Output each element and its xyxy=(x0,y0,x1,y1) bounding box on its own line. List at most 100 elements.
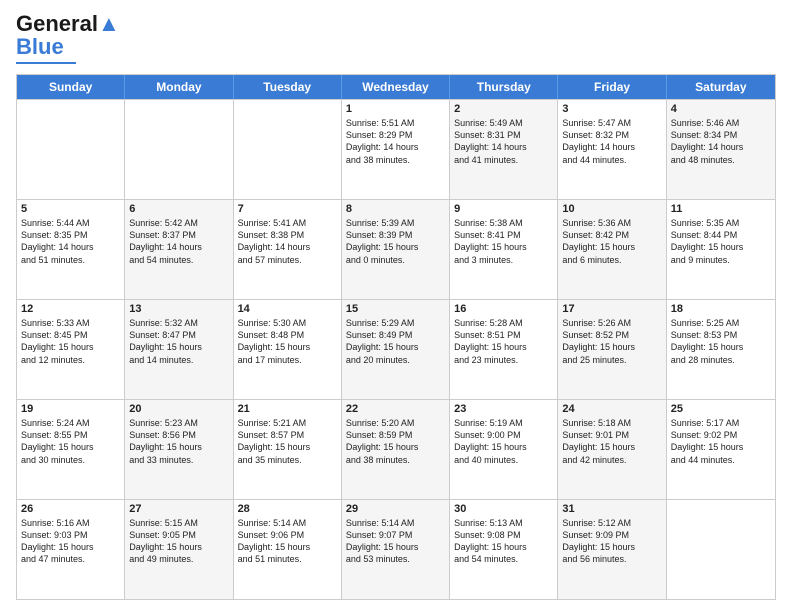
day-number: 6 xyxy=(129,203,228,215)
cell-info: Sunrise: 5:24 AM Sunset: 8:55 PM Dayligh… xyxy=(21,417,120,466)
calendar-row-4: 26 Sunrise: 5:16 AM Sunset: 9:03 PM Dayli… xyxy=(17,499,775,599)
cell-info: Sunrise: 5:26 AM Sunset: 8:52 PM Dayligh… xyxy=(562,317,661,366)
calendar-cell-day-29: 29 Sunrise: 5:14 AM Sunset: 9:07 PM Dayli… xyxy=(342,500,450,599)
calendar-cell-day-10: 10 Sunrise: 5:36 AM Sunset: 8:42 PM Dayli… xyxy=(558,200,666,299)
cell-info: Sunrise: 5:13 AM Sunset: 9:08 PM Dayligh… xyxy=(454,517,553,566)
day-number: 12 xyxy=(21,303,120,315)
calendar-cell-day-24: 24 Sunrise: 5:18 AM Sunset: 9:01 PM Dayli… xyxy=(558,400,666,499)
cell-info: Sunrise: 5:33 AM Sunset: 8:45 PM Dayligh… xyxy=(21,317,120,366)
calendar-cell-day-22: 22Sunrise: 5:20 AM Sunset: 8:59 PM Dayli… xyxy=(342,400,450,499)
calendar-cell-day-30: 30 Sunrise: 5:13 AM Sunset: 9:08 PM Dayli… xyxy=(450,500,558,599)
cell-info: Sunrise: 5:35 AM Sunset: 8:44 PM Dayligh… xyxy=(671,217,771,266)
calendar-row-1: 5 Sunrise: 5:44 AM Sunset: 8:35 PM Daylig… xyxy=(17,199,775,299)
day-number: 24 xyxy=(562,403,661,415)
cell-info: Sunrise: 5:49 AM Sunset: 8:31 PM Dayligh… xyxy=(454,117,553,166)
day-header-friday: Friday xyxy=(558,75,666,99)
cell-info: Sunrise: 5:51 AM Sunset: 8:29 PM Dayligh… xyxy=(346,117,445,166)
day-number: 27 xyxy=(129,503,228,515)
calendar-cell-day-5: 5 Sunrise: 5:44 AM Sunset: 8:35 PM Daylig… xyxy=(17,200,125,299)
day-number: 30 xyxy=(454,503,553,515)
calendar-cell-day-11: 11 Sunrise: 5:35 AM Sunset: 8:44 PM Dayli… xyxy=(667,200,775,299)
day-header-sunday: Sunday xyxy=(17,75,125,99)
header: General▲ Blue xyxy=(16,12,776,64)
cell-info: Sunrise: 5:12 AM Sunset: 9:09 PM Dayligh… xyxy=(562,517,661,566)
calendar-cell-empty-0-2 xyxy=(234,100,342,199)
day-number: 29 xyxy=(346,503,445,515)
calendar-cell-day-16: 16Sunrise: 5:28 AM Sunset: 8:51 PM Dayli… xyxy=(450,300,558,399)
day-number: 11 xyxy=(671,203,771,215)
cell-info: Sunrise: 5:16 AM Sunset: 9:03 PM Dayligh… xyxy=(21,517,120,566)
calendar-row-0: 1 Sunrise: 5:51 AM Sunset: 8:29 PM Daylig… xyxy=(17,99,775,199)
day-number: 26 xyxy=(21,503,120,515)
cell-info: Sunrise: 5:46 AM Sunset: 8:34 PM Dayligh… xyxy=(671,117,771,166)
calendar-cell-day-21: 21 Sunrise: 5:21 AM Sunset: 8:57 PM Dayli… xyxy=(234,400,342,499)
calendar-cell-day-31: 31 Sunrise: 5:12 AM Sunset: 9:09 PM Dayli… xyxy=(558,500,666,599)
day-number: 17 xyxy=(562,303,661,315)
cell-info: Sunrise: 5:44 AM Sunset: 8:35 PM Dayligh… xyxy=(21,217,120,266)
cell-info: Sunrise: 5:21 AM Sunset: 8:57 PM Dayligh… xyxy=(238,417,337,466)
calendar-cell-day-3: 3 Sunrise: 5:47 AM Sunset: 8:32 PM Daylig… xyxy=(558,100,666,199)
cell-info: Sunrise: 5:23 AM Sunset: 8:56 PM Dayligh… xyxy=(129,417,228,466)
calendar-cell-day-4: 4 Sunrise: 5:46 AM Sunset: 8:34 PM Daylig… xyxy=(667,100,775,199)
day-number: 10 xyxy=(562,203,661,215)
day-number: 31 xyxy=(562,503,661,515)
calendar-cell-empty-0-0 xyxy=(17,100,125,199)
calendar-cell-day-8: 8Sunrise: 5:39 AM Sunset: 8:39 PM Daylig… xyxy=(342,200,450,299)
day-number: 28 xyxy=(238,503,337,515)
cell-info: Sunrise: 5:15 AM Sunset: 9:05 PM Dayligh… xyxy=(129,517,228,566)
day-number: 1 xyxy=(346,103,445,115)
calendar-cell-day-13: 13 Sunrise: 5:32 AM Sunset: 8:47 PM Dayli… xyxy=(125,300,233,399)
calendar-cell-day-25: 25 Sunrise: 5:17 AM Sunset: 9:02 PM Dayli… xyxy=(667,400,775,499)
calendar-row-3: 19 Sunrise: 5:24 AM Sunset: 8:55 PM Dayli… xyxy=(17,399,775,499)
cell-info: Sunrise: 5:36 AM Sunset: 8:42 PM Dayligh… xyxy=(562,217,661,266)
calendar-cell-day-17: 17 Sunrise: 5:26 AM Sunset: 8:52 PM Dayli… xyxy=(558,300,666,399)
cell-info: Sunrise: 5:25 AM Sunset: 8:53 PM Dayligh… xyxy=(671,317,771,366)
day-number: 25 xyxy=(671,403,771,415)
day-number: 19 xyxy=(21,403,120,415)
day-number: 13 xyxy=(129,303,228,315)
calendar-cell-day-27: 27 Sunrise: 5:15 AM Sunset: 9:05 PM Dayli… xyxy=(125,500,233,599)
day-number: 16 xyxy=(454,303,553,315)
cell-info: Sunrise: 5:14 AM Sunset: 9:06 PM Dayligh… xyxy=(238,517,337,566)
calendar-row-2: 12 Sunrise: 5:33 AM Sunset: 8:45 PM Dayli… xyxy=(17,299,775,399)
calendar-cell-day-14: 14Sunrise: 5:30 AM Sunset: 8:48 PM Dayli… xyxy=(234,300,342,399)
cell-info: Sunrise: 5:17 AM Sunset: 9:02 PM Dayligh… xyxy=(671,417,771,466)
day-number: 5 xyxy=(21,203,120,215)
cell-info: Sunrise: 5:39 AM Sunset: 8:39 PM Dayligh… xyxy=(346,217,445,266)
day-header-saturday: Saturday xyxy=(667,75,775,99)
calendar-cell-day-12: 12 Sunrise: 5:33 AM Sunset: 8:45 PM Dayli… xyxy=(17,300,125,399)
cell-info: Sunrise: 5:19 AM Sunset: 9:00 PM Dayligh… xyxy=(454,417,553,466)
day-number: 3 xyxy=(562,103,661,115)
calendar-cell-day-18: 18Sunrise: 5:25 AM Sunset: 8:53 PM Dayli… xyxy=(667,300,775,399)
logo: General▲ Blue xyxy=(16,12,120,64)
calendar-cell-day-19: 19 Sunrise: 5:24 AM Sunset: 8:55 PM Dayli… xyxy=(17,400,125,499)
calendar-header: SundayMondayTuesdayWednesdayThursdayFrid… xyxy=(17,75,775,99)
cell-info: Sunrise: 5:47 AM Sunset: 8:32 PM Dayligh… xyxy=(562,117,661,166)
calendar-cell-day-2: 2 Sunrise: 5:49 AM Sunset: 8:31 PM Daylig… xyxy=(450,100,558,199)
cell-info: Sunrise: 5:29 AM Sunset: 8:49 PM Dayligh… xyxy=(346,317,445,366)
day-number: 21 xyxy=(238,403,337,415)
cell-info: Sunrise: 5:18 AM Sunset: 9:01 PM Dayligh… xyxy=(562,417,661,466)
calendar-cell-day-23: 23Sunrise: 5:19 AM Sunset: 9:00 PM Dayli… xyxy=(450,400,558,499)
cell-info: Sunrise: 5:41 AM Sunset: 8:38 PM Dayligh… xyxy=(238,217,337,266)
day-number: 7 xyxy=(238,203,337,215)
page: General▲ Blue SundayMondayTuesdayWednesd… xyxy=(0,0,792,612)
calendar: SundayMondayTuesdayWednesdayThursdayFrid… xyxy=(16,74,776,600)
cell-info: Sunrise: 5:32 AM Sunset: 8:47 PM Dayligh… xyxy=(129,317,228,366)
calendar-cell-day-1: 1 Sunrise: 5:51 AM Sunset: 8:29 PM Daylig… xyxy=(342,100,450,199)
logo-line xyxy=(16,62,76,64)
calendar-cell-day-6: 6 Sunrise: 5:42 AM Sunset: 8:37 PM Daylig… xyxy=(125,200,233,299)
day-header-wednesday: Wednesday xyxy=(342,75,450,99)
calendar-cell-day-9: 9Sunrise: 5:38 AM Sunset: 8:41 PM Daylig… xyxy=(450,200,558,299)
calendar-cell-empty-4-6 xyxy=(667,500,775,599)
day-number: 20 xyxy=(129,403,228,415)
day-number: 4 xyxy=(671,103,771,115)
cell-info: Sunrise: 5:14 AM Sunset: 9:07 PM Dayligh… xyxy=(346,517,445,566)
day-header-thursday: Thursday xyxy=(450,75,558,99)
cell-info: Sunrise: 5:42 AM Sunset: 8:37 PM Dayligh… xyxy=(129,217,228,266)
day-number: 15 xyxy=(346,303,445,315)
cell-info: Sunrise: 5:38 AM Sunset: 8:41 PM Dayligh… xyxy=(454,217,553,266)
calendar-cell-day-7: 7 Sunrise: 5:41 AM Sunset: 8:38 PM Daylig… xyxy=(234,200,342,299)
cell-info: Sunrise: 5:30 AM Sunset: 8:48 PM Dayligh… xyxy=(238,317,337,366)
day-number: 2 xyxy=(454,103,553,115)
